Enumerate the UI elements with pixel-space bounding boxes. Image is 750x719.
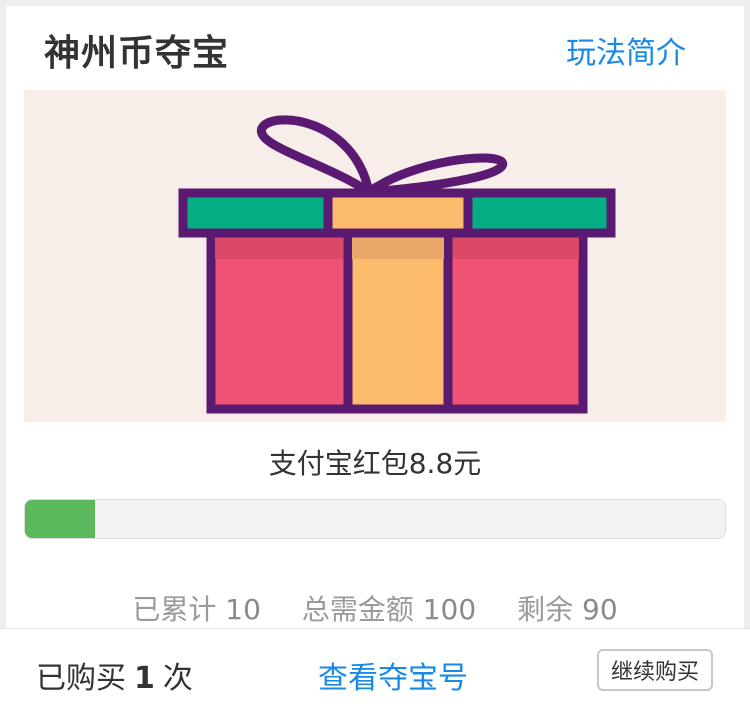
stat-total: 总需金额 100: [302, 593, 485, 626]
stat-accumulated-label: 已累计: [132, 593, 217, 626]
stat-total-value: 100: [422, 593, 477, 626]
lottery-card: 神州币夺宝 玩法简介 支付宝红包8.8元 已累计 10 总需金额 100 剩余 …: [0, 0, 750, 719]
rules-link[interactable]: 玩法简介: [566, 28, 686, 72]
stat-accumulated: 已累计 10: [132, 593, 269, 626]
prize-image[interactable]: [24, 90, 726, 422]
stat-remaining-value: 90: [582, 593, 618, 626]
stats-row: 已累计 10 总需金额 100 剩余 90: [6, 588, 744, 628]
prize-name: 支付宝红包8.8元: [268, 447, 482, 480]
stat-remaining: 剩余 90: [517, 593, 618, 626]
stat-total-label: 总需金额: [301, 593, 414, 626]
stat-remaining-label: 剩余: [517, 593, 574, 626]
card-footer: 已购买 1 次 查看夺宝号 继续购买: [0, 628, 750, 719]
gift-box-icon: [178, 115, 616, 414]
card-header: 神州币夺宝 玩法简介: [6, 6, 744, 90]
purchase-count-suffix: 次: [162, 661, 193, 696]
page-title: 神州币夺宝: [44, 33, 230, 74]
view-ticket-numbers-link[interactable]: 查看夺宝号: [318, 653, 468, 697]
purchase-count-prefix: 已购买: [36, 661, 126, 696]
progress-bar: [24, 499, 726, 539]
stat-accumulated-value: 10: [225, 593, 261, 626]
continue-purchase-button[interactable]: 继续购买: [597, 649, 713, 691]
progress-fill: [25, 500, 95, 538]
purchase-count: 已购买 1 次: [36, 653, 193, 697]
purchase-count-value: 1: [134, 661, 155, 696]
